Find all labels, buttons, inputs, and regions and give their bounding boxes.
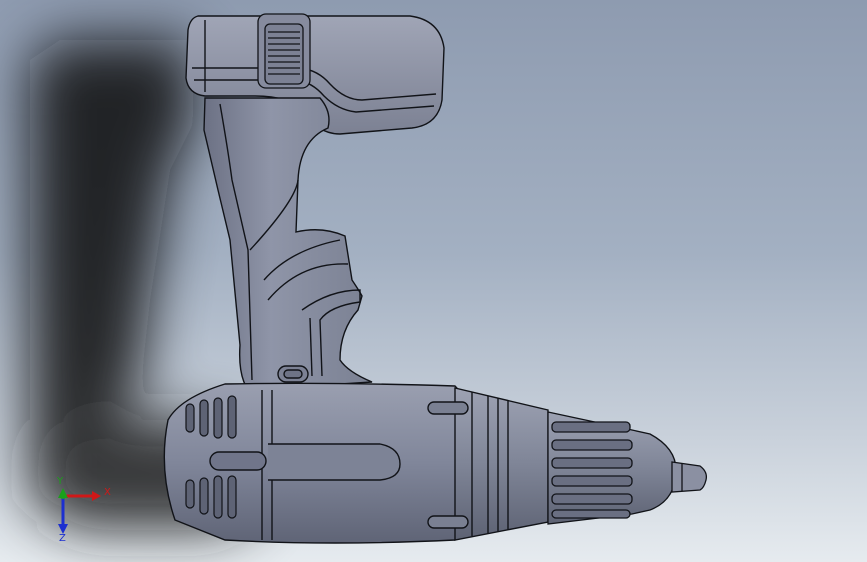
drill-chuck[interactable] [547, 411, 677, 525]
battery-latch[interactable] [257, 13, 311, 89]
x-axis-label: X [104, 487, 111, 498]
trigger-switch[interactable] [277, 365, 309, 383]
drill-bit-tip[interactable] [671, 461, 708, 493]
motor-housing[interactable] [163, 382, 471, 544]
drill-handle[interactable] [203, 97, 373, 391]
y-axis-label: Y [57, 476, 64, 487]
z-axis-label: Z [59, 533, 66, 544]
graphics-viewport[interactable]: X Y Z [0, 0, 867, 562]
drill-model[interactable] [0, 0, 867, 562]
triad-origin [60, 493, 66, 499]
